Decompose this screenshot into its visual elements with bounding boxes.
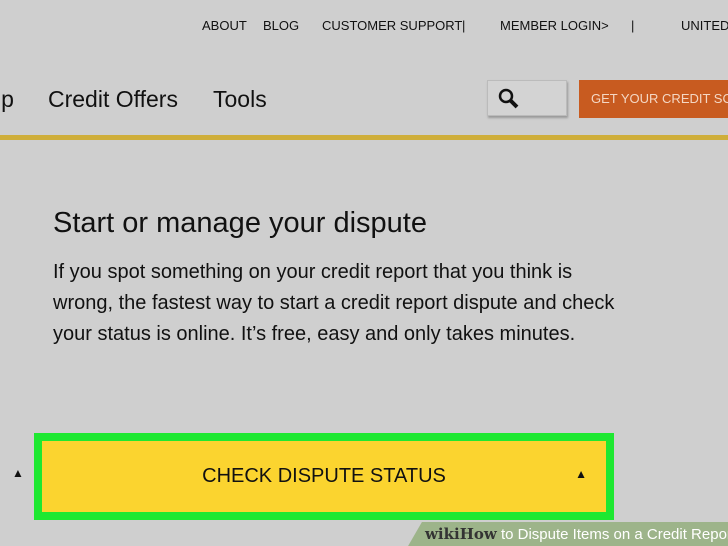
divider <box>0 135 728 140</box>
top-link-country[interactable]: UNITED <box>681 18 728 33</box>
nav-tools[interactable]: Tools <box>213 86 267 113</box>
nav-help[interactable]: lp <box>0 86 14 113</box>
check-dispute-status-button[interactable]: CHECK DISPUTE STATUS ▲ <box>42 441 606 512</box>
button-label: CHECK DISPUTE STATUS <box>202 465 446 487</box>
divider: | <box>462 18 466 33</box>
top-link-member-login[interactable]: MEMBER LOGIN> <box>500 18 609 33</box>
triangle-up-icon: ▲ <box>12 466 24 480</box>
divider: | <box>631 18 635 33</box>
top-link-blog[interactable]: BLOG <box>263 18 299 33</box>
description: If you spot something on your credit rep… <box>53 261 615 345</box>
top-link-customer-support[interactable]: CUSTOMER SUPPORT <box>322 18 462 33</box>
search-icon <box>498 88 519 109</box>
watermark: wikiHow to Dispute Items on a Credit Rep… <box>425 525 728 543</box>
page-title: Start or manage your dispute <box>53 207 427 239</box>
top-link-about[interactable]: ABOUT <box>202 18 247 33</box>
search-button[interactable] <box>487 80 567 116</box>
triangle-up-icon: ▲ <box>575 467 587 481</box>
nav-credit-offers[interactable]: Credit Offers <box>48 86 178 113</box>
get-credit-score-button[interactable]: GET YOUR CREDIT SCORE <box>579 80 728 118</box>
check-dispute-status-highlight: CHECK DISPUTE STATUS ▲ <box>34 433 614 520</box>
